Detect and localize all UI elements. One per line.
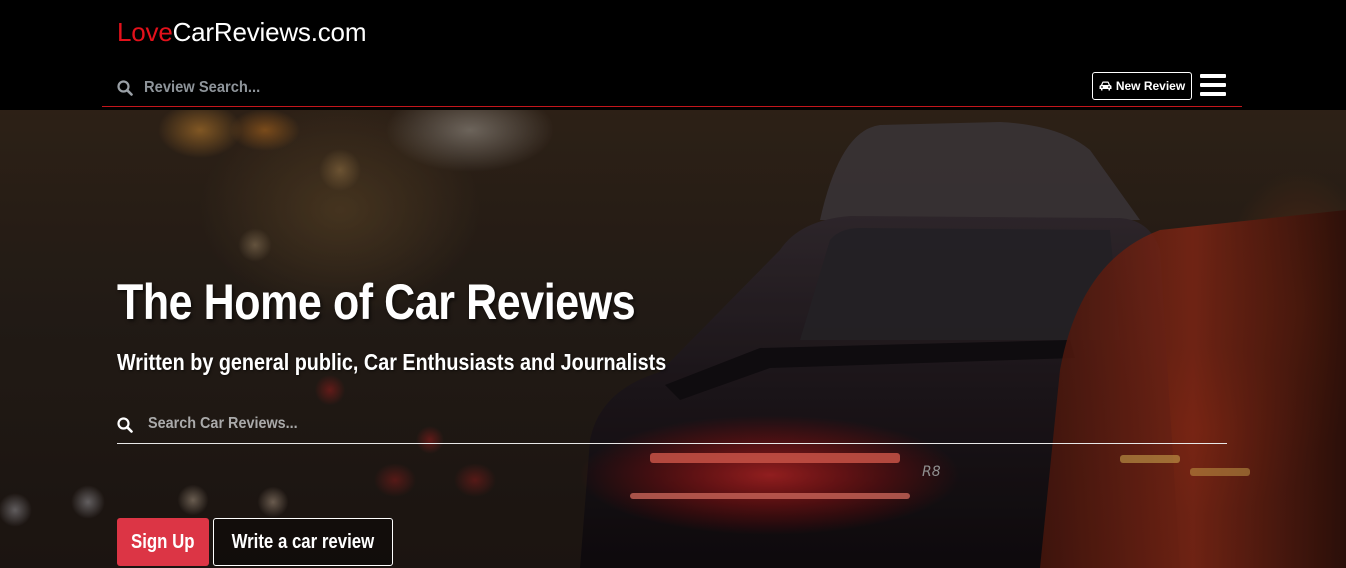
header-search-bar: New Review <box>102 68 1242 107</box>
site-logo[interactable]: LoveCarReviews.com <box>117 16 366 48</box>
search-icon[interactable] <box>117 417 133 433</box>
new-review-button[interactable]: New Review <box>1092 72 1192 100</box>
hero-background-image: R8 <box>0 110 1346 568</box>
menu-bar <box>1200 83 1226 87</box>
sign-up-button[interactable]: Sign Up <box>117 518 209 566</box>
new-review-label: New Review <box>1115 79 1186 93</box>
hamburger-menu-icon[interactable] <box>1200 73 1226 98</box>
hero-title: The Home of Car Reviews <box>117 274 636 330</box>
header-search-input[interactable] <box>144 74 696 102</box>
logo-text: CarReviews.com <box>172 17 367 47</box>
car-icon <box>1099 81 1112 91</box>
logo-accent-text: Love <box>117 17 173 47</box>
hero-search-bar <box>117 404 1227 444</box>
menu-bar <box>1200 74 1226 78</box>
hero-search-input[interactable] <box>148 410 688 438</box>
sign-up-label: Sign Up <box>131 530 195 553</box>
site-header: LoveCarReviews.com New Review <box>0 0 1346 110</box>
hero-subtitle: Written by general public, Car Enthusias… <box>117 349 667 375</box>
menu-bar <box>1200 92 1226 96</box>
write-review-label: Write a car review <box>231 530 375 553</box>
hero-section: R8 The Home of Car Reviews Written by ge… <box>0 110 1346 568</box>
write-review-button[interactable]: Write a car review <box>213 518 393 566</box>
search-icon[interactable] <box>117 80 133 96</box>
